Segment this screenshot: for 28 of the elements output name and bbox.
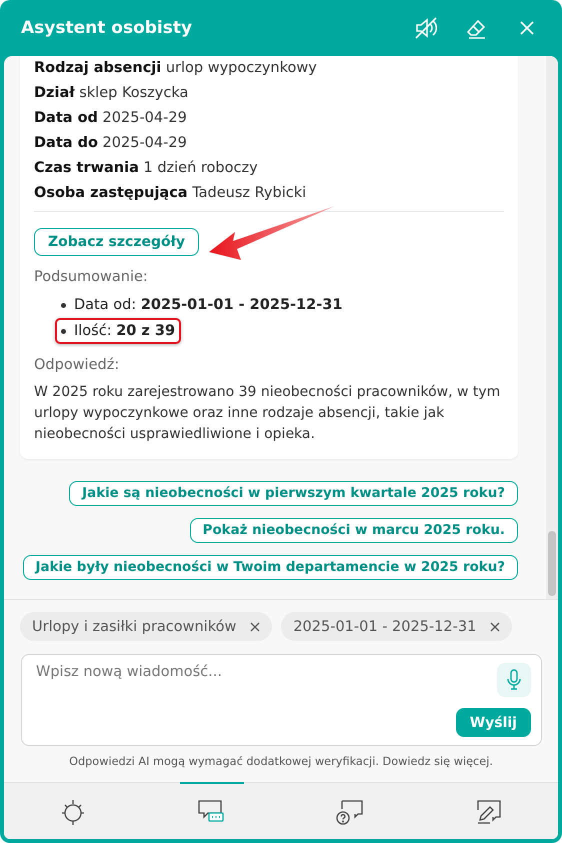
microphone-icon — [507, 669, 521, 691]
summary-label: Podsumowanie: — [34, 268, 149, 287]
scrollbar[interactable] — [546, 56, 558, 599]
summary-item: Data od: 2025-01-01 - 2025-12-31 — [55, 292, 348, 318]
close-icon — [519, 20, 535, 36]
detail-row-text: Data od 2025-04-29 — [34, 109, 188, 128]
answer-label: Odpowiedź: — [34, 356, 120, 375]
remove-filter-button[interactable] — [250, 622, 260, 632]
window-title: Asystent osobisty — [21, 18, 194, 38]
suggestion-button[interactable]: Pokaż nieobecności w marcu 2025 roku. — [190, 518, 518, 543]
answer-text: W 2025 roku zarejestrowano 39 nieobecności pracowników, w tym urlopy wypoczynkowe oraz inne rodzaje absencji, takie jak nieobecności usprawiedliwione i opieka. — [34, 383, 502, 444]
filter-label: Urlopy i zasiłki pracowników — [32, 618, 236, 634]
remove-filter-button[interactable] — [490, 622, 500, 632]
send-button[interactable]: Wyślij — [456, 708, 531, 737]
message-input[interactable]: Wpisz nową wiadomość... Wyślij — [21, 654, 542, 746]
details-button[interactable]: Zobacz szczegóły — [34, 228, 199, 256]
speaker-muted-icon — [414, 16, 440, 40]
filter-label: 2025-01-01 - 2025-12-31 — [293, 618, 476, 634]
suggestion-button[interactable]: Jakie były nieobecności w Twoim departamencie w 2025 roku? — [22, 555, 518, 580]
detail-row-text: Czas trwania 1 dzień roboczy — [34, 159, 259, 178]
detail-row-text: Data do 2025-04-29 — [34, 134, 188, 153]
detail-row-text: Dział sklep Koszycka — [34, 84, 190, 103]
highlighted-summary-item: Ilość: 20 z 39 — [55, 318, 182, 344]
disclaimer-text: Odpowiedzi AI mogą wymagać dodatkowej weryfikacji. Dowiedz się więcej. — [68, 755, 494, 768]
detail-row-text: Rodzaj absencji urlop wypoczynkowy — [34, 59, 318, 78]
detail-row-text: Osoba zastępująca Tadeusz Rybicki — [34, 184, 308, 203]
microphone-button[interactable] — [497, 663, 531, 697]
suggestion-button[interactable]: Jakie są nieobecności w pierwszym kwartale 2025 roku? — [69, 481, 518, 506]
